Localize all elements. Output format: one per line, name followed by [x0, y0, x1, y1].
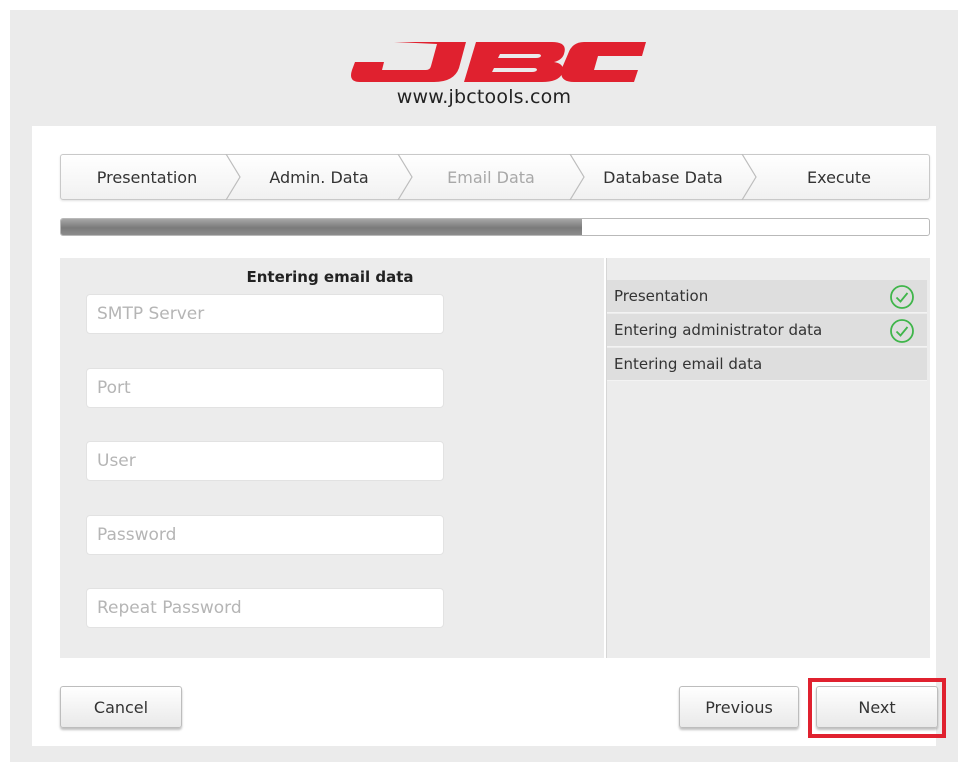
cancel-button[interactable]: Cancel — [60, 686, 182, 728]
step-execute: Execute — [749, 155, 929, 199]
wizard-content: Presentation Admin. Data Email Data Data… — [32, 126, 946, 746]
checklist-item: Presentation — [607, 280, 927, 313]
checklist: Presentation Entering administrator data… — [607, 280, 927, 382]
jbc-logo — [351, 42, 646, 82]
form-title: Entering email data — [246, 268, 414, 286]
checklist-item-label: Presentation — [614, 287, 709, 305]
user-input[interactable] — [86, 441, 444, 481]
progress-checklist-panel: Presentation Entering administrator data… — [606, 258, 930, 658]
progress-bar — [60, 218, 930, 236]
header: www.jbctools.com — [10, 10, 958, 126]
step-label: Database Data — [603, 167, 723, 187]
step-admin-data: Admin. Data — [233, 154, 413, 200]
checklist-item: Entering email data — [607, 348, 927, 381]
check-circle-icon — [890, 285, 914, 309]
checklist-item: Entering administrator data — [607, 314, 927, 347]
brand-url: www.jbctools.com — [396, 86, 572, 108]
check-circle-icon — [890, 319, 914, 343]
step-label: Admin. Data — [269, 167, 369, 187]
step-label: Execute — [807, 167, 871, 187]
smtp-server-input[interactable] — [86, 294, 444, 334]
repeat-password-input[interactable] — [86, 588, 444, 628]
step-database-data: Database Data — [577, 154, 757, 200]
step-email-data: Email Data — [405, 154, 585, 200]
next-button-highlight — [808, 678, 946, 738]
port-input[interactable] — [86, 368, 444, 408]
previous-button[interactable]: Previous — [679, 686, 799, 728]
step-presentation: Presentation — [61, 154, 241, 200]
step-label: Presentation — [96, 167, 198, 187]
password-input[interactable] — [86, 515, 444, 555]
progress-fill — [61, 219, 582, 235]
checklist-item-label: Entering administrator data — [614, 321, 823, 339]
email-form-panel: Entering email data — [60, 258, 604, 658]
steps-breadcrumb: Presentation Admin. Data Email Data Data… — [60, 154, 930, 200]
installer-window: www.jbctools.com Presentation Admin. Dat… — [10, 10, 958, 762]
checklist-item-label: Entering email data — [614, 355, 763, 373]
step-label: Email Data — [447, 167, 535, 187]
